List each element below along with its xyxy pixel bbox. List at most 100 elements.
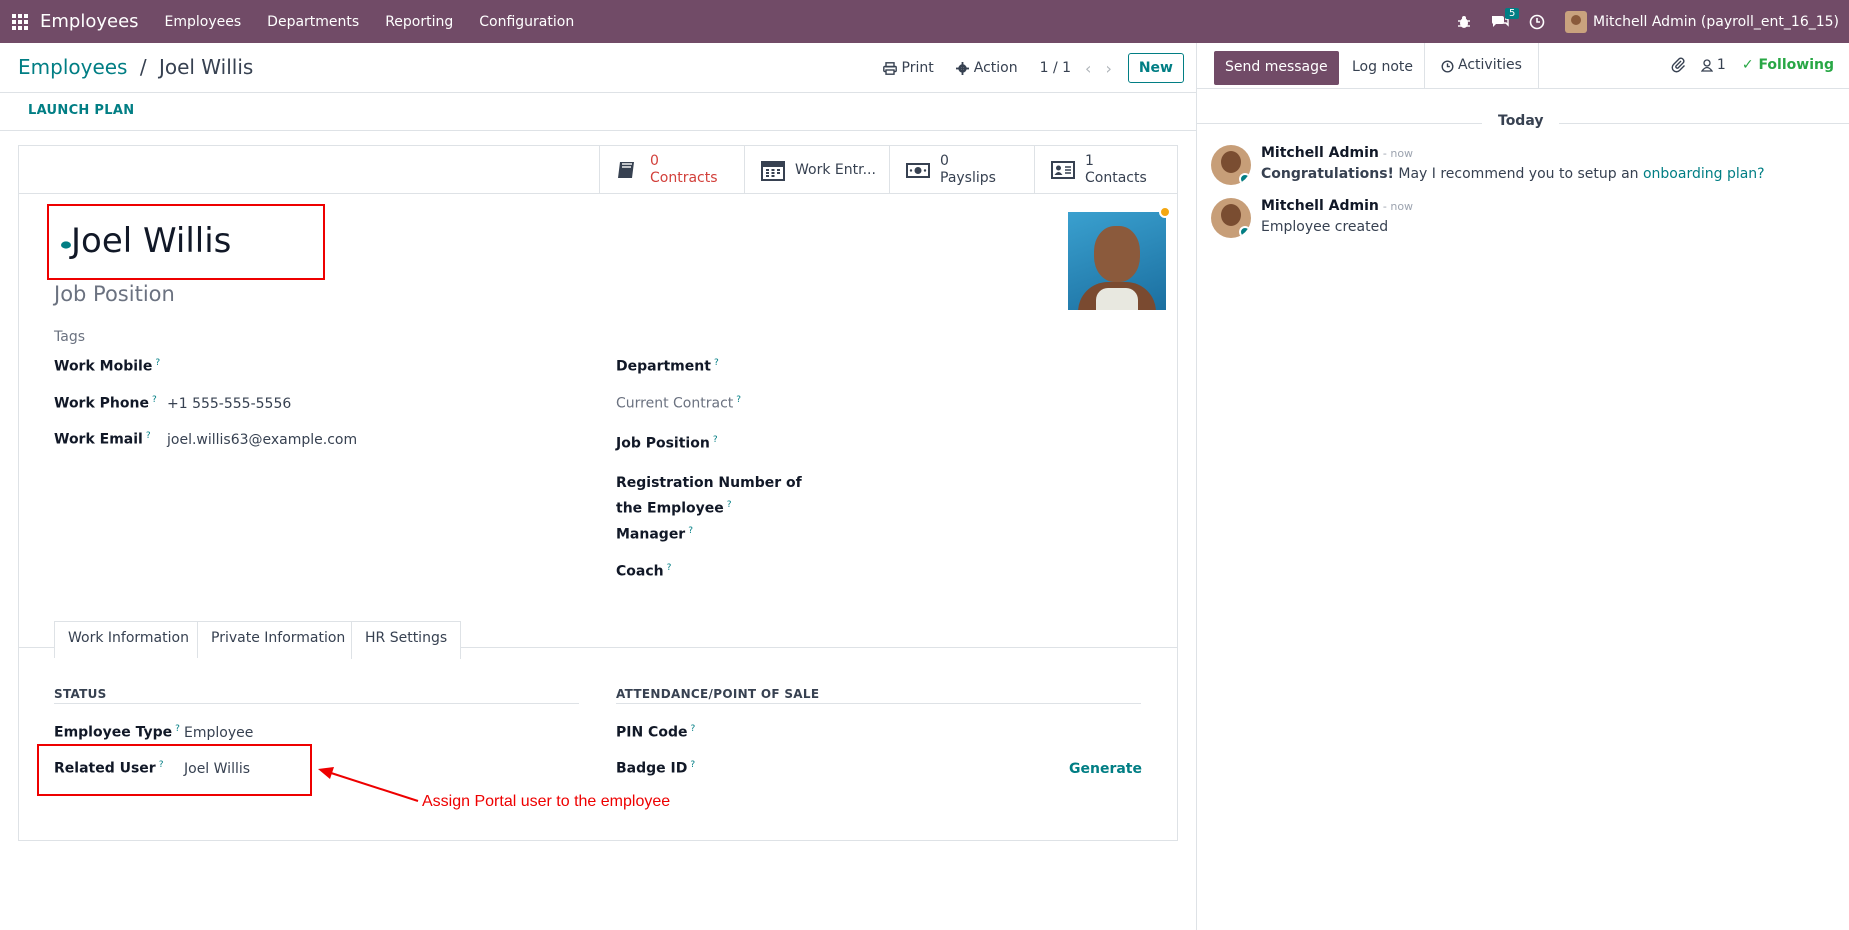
form-sheet: 0 Contracts Work Entr... 0 Payslips 1 Conta… bbox=[18, 145, 1178, 841]
messages-count-badge: 5 bbox=[1504, 8, 1520, 19]
work-entries-smart-button[interactable]: Work Entr... bbox=[744, 146, 889, 194]
presence-icon bbox=[61, 241, 71, 249]
breadcrumb: Employees / Joel Willis bbox=[18, 55, 253, 79]
new-button[interactable]: New bbox=[1127, 53, 1184, 83]
work-phone-input[interactable]: +1 555-555-5556 bbox=[167, 396, 291, 412]
breadcrumb-separator: / bbox=[139, 55, 147, 79]
generate-badge-button[interactable]: Generate bbox=[1069, 761, 1142, 777]
message-avatar[interactable] bbox=[1211, 198, 1251, 238]
id-card-icon bbox=[1051, 161, 1075, 179]
clock-activity-icon[interactable] bbox=[1529, 14, 1545, 30]
job-position-label: Job Position? bbox=[616, 435, 718, 452]
action-label: Action bbox=[973, 60, 1018, 76]
menu-departments[interactable]: Departments bbox=[267, 14, 359, 30]
attendance-section-title: ATTENDANCE/POINT OF SALE bbox=[616, 687, 820, 701]
calendar-icon bbox=[761, 161, 785, 181]
activities-button[interactable]: Activities bbox=[1424, 43, 1539, 89]
work-email-input[interactable]: joel.willis63@example.com bbox=[167, 432, 357, 448]
work-phone-label: Work Phone? bbox=[54, 395, 157, 412]
status-bar: LAUNCH PLAN bbox=[0, 93, 1196, 131]
action-button[interactable]: Action bbox=[955, 60, 1018, 76]
work-mobile-label: Work Mobile? bbox=[54, 358, 161, 375]
chevron-right-icon[interactable]: › bbox=[1105, 59, 1111, 78]
debug-bug-icon[interactable] bbox=[1457, 15, 1471, 29]
work-entries-label: Work Entr... bbox=[795, 161, 876, 178]
send-message-button[interactable]: Send message bbox=[1214, 51, 1339, 85]
message-author[interactable]: Mitchell Admin - now bbox=[1261, 145, 1413, 161]
message-time: - now bbox=[1382, 200, 1414, 213]
pin-code-input[interactable] bbox=[719, 724, 1039, 744]
highlight-related-user-box bbox=[37, 744, 312, 796]
work-mobile-input[interactable] bbox=[167, 358, 487, 378]
job-position-title-field[interactable]: Job Position bbox=[54, 282, 175, 306]
attendance-divider bbox=[616, 703, 1141, 704]
message-author[interactable]: Mitchell Admin - now bbox=[1261, 198, 1413, 214]
date-label-today: Today bbox=[1482, 113, 1560, 129]
pin-code-label: PIN Code? bbox=[616, 724, 696, 741]
contacts-count: 1 bbox=[1085, 153, 1094, 169]
gear-icon bbox=[955, 61, 969, 75]
pager-value[interactable]: 1 / 1 bbox=[1040, 60, 1071, 76]
contracts-count: 0 bbox=[650, 153, 659, 169]
money-icon bbox=[906, 163, 930, 178]
employee-photo[interactable] bbox=[1068, 212, 1166, 310]
user-menu[interactable]: Mitchell Admin (payroll_ent_16_15) bbox=[1564, 10, 1839, 33]
message-body: Employee created bbox=[1261, 219, 1389, 235]
paperclip-icon[interactable] bbox=[1671, 57, 1685, 73]
menu-configuration[interactable]: Configuration bbox=[479, 14, 574, 30]
print-icon bbox=[882, 61, 897, 75]
activities-label: Activities bbox=[1458, 57, 1522, 73]
apps-menu-icon[interactable] bbox=[0, 0, 40, 43]
print-label: Print bbox=[901, 60, 934, 76]
clock-icon bbox=[1441, 60, 1454, 73]
tags-field[interactable]: Tags bbox=[54, 329, 85, 345]
contracts-smart-button[interactable]: 0 Contracts bbox=[599, 146, 744, 194]
message-time: - now bbox=[1382, 147, 1414, 160]
department-label: Department? bbox=[616, 358, 719, 375]
breadcrumb-employees-link[interactable]: Employees bbox=[18, 55, 127, 79]
print-button[interactable]: Print bbox=[882, 60, 934, 76]
employee-type-select[interactable]: Employee bbox=[184, 725, 253, 741]
coach-label: Coach? bbox=[616, 563, 672, 580]
following-button[interactable]: ✓ Following bbox=[1742, 57, 1834, 73]
annotation-text: Assign Portal user to the employee bbox=[422, 793, 671, 810]
message-avatar[interactable] bbox=[1211, 145, 1251, 185]
menu-reporting[interactable]: Reporting bbox=[385, 14, 453, 30]
followers-count: 1 bbox=[1716, 57, 1726, 73]
tab-private-information[interactable]: Private Information bbox=[197, 621, 360, 658]
contacts-smart-button[interactable]: 1 Contacts bbox=[1034, 146, 1177, 194]
registration-number-label: Registration Number of the Employee? bbox=[616, 475, 802, 517]
employee-name-field[interactable]: Joel Willis bbox=[71, 221, 231, 261]
employee-type-label: Employee Type? bbox=[54, 724, 180, 741]
top-navbar: Employees Employees Departments Reportin… bbox=[0, 0, 1849, 43]
launch-plan-button[interactable]: LAUNCH PLAN bbox=[28, 103, 134, 118]
status-dot bbox=[1159, 206, 1171, 218]
messaging-icon[interactable]: 5 bbox=[1491, 8, 1520, 29]
book-icon bbox=[618, 162, 634, 178]
menu-employees[interactable]: Employees bbox=[165, 14, 242, 30]
annotation-arrow-icon bbox=[318, 767, 419, 802]
pager: 1 / 1 ‹ › bbox=[1040, 59, 1112, 78]
log-note-button[interactable]: Log note bbox=[1348, 51, 1417, 83]
status-section-title: STATUS bbox=[54, 687, 107, 701]
payslips-count: 0 bbox=[940, 153, 949, 169]
badge-id-input[interactable] bbox=[719, 760, 1039, 780]
status-divider bbox=[54, 703, 579, 704]
followers-button[interactable]: 1 bbox=[1700, 57, 1726, 73]
badge-id-label: Badge ID? bbox=[616, 760, 696, 777]
message-body: Congratulations! May I recommend you to … bbox=[1261, 166, 1765, 182]
chatter-panel: Send message Log note Activities 1 ✓ Fol… bbox=[1196, 43, 1849, 930]
user-avatar bbox=[1564, 10, 1587, 33]
payslips-smart-button[interactable]: 0 Payslips bbox=[889, 146, 1034, 194]
app-brand[interactable]: Employees bbox=[40, 11, 139, 32]
control-panel: Employees / Joel Willis Print Action 1 /… bbox=[0, 43, 1196, 93]
onboarding-plan-link[interactable]: onboarding plan? bbox=[1643, 166, 1765, 182]
current-contract-label: Current Contract? bbox=[616, 395, 742, 412]
tab-work-information[interactable]: Work Information bbox=[54, 621, 203, 658]
contacts-label: Contacts bbox=[1085, 170, 1147, 186]
notebook-tabs: Work Information Private Information HR … bbox=[19, 611, 1177, 659]
manager-label: Manager? bbox=[616, 526, 693, 543]
chevron-left-icon[interactable]: ‹ bbox=[1085, 59, 1091, 78]
user-name: Mitchell Admin (payroll_ent_16_15) bbox=[1592, 13, 1839, 30]
tab-hr-settings[interactable]: HR Settings bbox=[351, 621, 462, 659]
